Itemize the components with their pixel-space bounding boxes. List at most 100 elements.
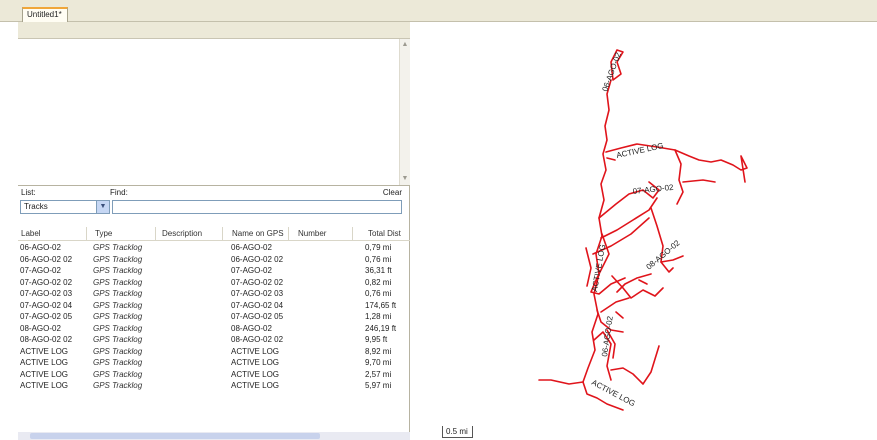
list-type-select[interactable]: Tracks ▼ (20, 200, 110, 214)
list-controls-row: List: Find: Clear (18, 187, 410, 200)
cell-name-on-gps: 07-AGO-02 05 (231, 312, 284, 321)
cell-type: GPS Tracklog (93, 358, 143, 367)
cell-name-on-gps: ACTIVE LOG (231, 358, 280, 367)
cell-label: 08-AGO-02 (20, 323, 61, 333)
table-row[interactable]: ACTIVE LOG GPS Tracklog ACTIVE LOG 9,70 mi (18, 357, 410, 369)
table-row[interactable]: 07-AGO-02 05 GPS Tracklog 07-AGO-02 05 1,28… (18, 311, 410, 323)
cell-type: GPS Tracklog (93, 381, 143, 390)
table-row[interactable]: 08-AGO-02 GPS Tracklog 08-AGO-02 246,19 ft (18, 323, 410, 335)
table-row[interactable]: ACTIVE LOG GPS Tracklog ACTIVE LOG 2,57 mi (18, 369, 410, 381)
track-lines (538, 49, 748, 411)
cell-type: GPS Tracklog (93, 277, 143, 287)
cell-type: GPS Tracklog (93, 254, 143, 264)
cell-label: 07-AGO-02 02 (20, 277, 73, 287)
cell-total-dist: 9,95 ft (365, 335, 388, 344)
cell-label: ACTIVE LOG (20, 381, 69, 390)
scroll-thumb[interactable] (30, 433, 320, 439)
cell-label: ACTIVE LOG (20, 346, 69, 356)
cell-type: GPS Tracklog (93, 346, 143, 356)
cell-label: 07-AGO-02 (20, 266, 61, 275)
cell-total-dist: 1,28 mi (365, 312, 392, 321)
column-divider[interactable] (288, 227, 289, 240)
cell-total-dist: 0,79 mi (365, 243, 392, 252)
track-line (615, 311, 624, 319)
table-row[interactable]: 07-AGO-02 04 GPS Tracklog 07-AGO-02 04 174,… (18, 300, 410, 312)
table-row[interactable]: 08-AGO-02 02 GPS Tracklog 08-AGO-02 02 9,95… (18, 334, 410, 346)
scroll-down-icon[interactable]: ▼ (400, 173, 410, 185)
cell-name-on-gps: 06-AGO-02 (231, 243, 272, 252)
cell-label: 07-AGO-02 05 (20, 312, 73, 321)
column-header-number[interactable]: Number (298, 229, 326, 238)
cell-total-dist: 9,70 mi (365, 358, 392, 367)
cell-label: ACTIVE LOG (20, 369, 69, 379)
track-label-bottom: ACTIVE LOG (590, 378, 637, 408)
cell-label: 08-AGO-02 02 (20, 335, 73, 344)
cell-name-on-gps: ACTIVE LOG (231, 369, 280, 379)
tab-untitled1[interactable]: Untitled1* (22, 7, 68, 22)
column-header-type[interactable]: Type (95, 229, 112, 238)
track-line (538, 379, 584, 385)
column-header-label[interactable]: Label (21, 229, 41, 238)
cell-total-dist: 0,82 mi (365, 277, 392, 287)
column-divider[interactable] (86, 227, 87, 240)
document-tabstrip: Untitled1* (0, 0, 877, 22)
cell-label: 06-AGO-02 (20, 243, 61, 252)
column-header-description[interactable]: Description (162, 229, 202, 238)
map-canvas[interactable]: 06-AGO-02 ACTIVE LOG 07-AGO-02 ACTIVE LO… (411, 22, 877, 440)
track-line (585, 247, 592, 287)
map-view[interactable]: 06-AGO-02 ACTIVE LOG 07-AGO-02 ACTIVE LO… (411, 22, 877, 440)
cell-type: GPS Tracklog (93, 289, 143, 298)
list-label: List: (21, 188, 36, 197)
cell-type: GPS Tracklog (93, 312, 143, 321)
cell-name-on-gps: 07-AGO-02 02 (231, 277, 284, 287)
cell-total-dist: 0,76 mi (365, 254, 392, 264)
cell-total-dist: 246,19 ft (365, 323, 397, 333)
table-row[interactable]: 07-AGO-02 03 GPS Tracklog 07-AGO-02 03 0,76… (18, 288, 410, 300)
horizontal-scrollbar[interactable] (18, 432, 410, 440)
cell-name-on-gps: 08-AGO-02 02 (231, 335, 284, 344)
chevron-down-icon[interactable]: ▼ (96, 201, 109, 213)
cell-total-dist: 8,92 mi (365, 346, 392, 356)
cell-type: GPS Tracklog (93, 243, 143, 252)
table-row[interactable]: 06-AGO-02 GPS Tracklog 06-AGO-02 0,79 mi (18, 242, 410, 254)
cell-name-on-gps: 07-AGO-02 04 (231, 300, 284, 310)
description-scrollbar[interactable]: ▲ ▼ (399, 39, 410, 185)
cell-name-on-gps: ACTIVE LOG (231, 381, 280, 390)
table-header: Label Type Description Name on GPS Numbe… (18, 227, 410, 241)
column-divider[interactable] (222, 227, 223, 240)
track-label-lower: 06-AGO-02 (600, 315, 615, 357)
track-line (606, 157, 616, 161)
cell-total-dist: 0,76 mi (365, 289, 392, 298)
clear-button[interactable]: Clear (383, 188, 402, 197)
track-line (674, 149, 684, 205)
cell-name-on-gps: ACTIVE LOG (231, 346, 280, 356)
track-label-left: ACTIVE LOG (590, 243, 607, 292)
track-line (600, 297, 630, 313)
track-line (610, 345, 660, 385)
cell-label: 07-AGO-02 03 (20, 289, 73, 298)
track-label-right: 08-AGO-02 (645, 238, 683, 272)
table-row[interactable]: 07-AGO-02 GPS Tracklog 07-AGO-02 36,31 ft (18, 265, 410, 277)
data-list-pane: ▲ ▼ List: Find: Clear Tracks ▼ Label Typ… (18, 22, 410, 440)
table-row[interactable]: ACTIVE LOG GPS Tracklog ACTIVE LOG 8,92 mi (18, 346, 410, 358)
cell-label: 07-AGO-02 04 (20, 300, 73, 310)
tab-label: Untitled1* (27, 10, 62, 19)
cell-type: GPS Tracklog (93, 335, 143, 344)
cell-name-on-gps: 07-AGO-02 03 (231, 289, 284, 298)
find-input[interactable] (112, 200, 402, 214)
column-divider[interactable] (155, 227, 156, 240)
scroll-up-icon[interactable]: ▲ (400, 39, 410, 51)
table-row[interactable]: 07-AGO-02 02 GPS Tracklog 07-AGO-02 02 0,82… (18, 277, 410, 289)
track-line (682, 179, 716, 183)
track-list: 06-AGO-02 GPS Tracklog 06-AGO-02 0,79 mi 06-… (18, 242, 410, 392)
column-header-total-dist[interactable]: Total Dist (368, 229, 401, 238)
scale-bar: 0.5 mi (442, 426, 473, 438)
table-row[interactable]: 06-AGO-02 02 GPS Tracklog 06-AGO-02 02 0,76… (18, 254, 410, 266)
cell-type: GPS Tracklog (93, 369, 143, 379)
cell-type: GPS Tracklog (93, 323, 143, 333)
column-divider[interactable] (352, 227, 353, 240)
cell-name-on-gps: 08-AGO-02 (231, 323, 272, 333)
table-row[interactable]: ACTIVE LOG GPS Tracklog ACTIVE LOG 5,97 mi (18, 380, 410, 392)
column-header-name-on-gps[interactable]: Name on GPS (232, 229, 284, 238)
description-area[interactable]: ▲ ▼ (18, 39, 410, 186)
